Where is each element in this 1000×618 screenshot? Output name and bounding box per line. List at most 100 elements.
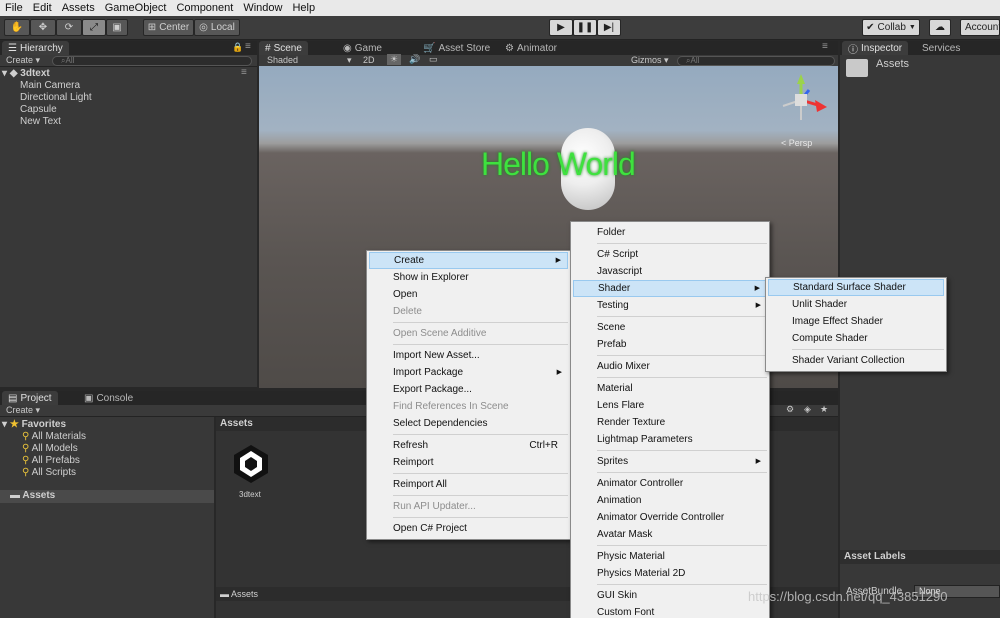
hello-world-3d-text[interactable]: Hello World	[481, 146, 636, 183]
tab-asset-store[interactable]: 🛒 Asset Store	[417, 41, 496, 55]
menu-item-unlit-shader[interactable]: Unlit Shader	[768, 296, 944, 313]
scene-root[interactable]: ▾ ◆ 3dtext	[2, 68, 50, 79]
shading-dropdown[interactable]: Shaded	[267, 55, 298, 65]
filter-label-icon[interactable]: ◈	[804, 404, 811, 415]
favorites-item[interactable]: ⚲ All Materials	[22, 431, 86, 442]
hierarchy-create-button[interactable]: Create ▾	[6, 55, 40, 66]
menu-item-folder[interactable]: Folder	[573, 224, 767, 241]
menu-item-shader[interactable]: Shader ▶	[573, 280, 767, 297]
menu-item-open-csharp-project[interactable]: Open C# Project	[369, 520, 568, 537]
menu-item-material[interactable]: Material	[573, 380, 767, 397]
menu-item-physic-material[interactable]: Physic Material	[573, 548, 767, 565]
menu-help[interactable]: Help	[287, 2, 320, 14]
favorites-item[interactable]: ⚲ All Models	[22, 443, 78, 454]
menu-item-refresh[interactable]: Refresh Ctrl+R	[369, 437, 568, 454]
projection-label[interactable]: < Persp	[781, 138, 812, 148]
menu-item-select-dependencies[interactable]: Select Dependencies	[369, 415, 568, 432]
rect-tool-button[interactable]: ▣	[106, 19, 128, 36]
menu-edit[interactable]: Edit	[28, 2, 57, 14]
mode-2d-button[interactable]: 2D	[363, 55, 375, 65]
account-button[interactable]: Account	[960, 19, 1000, 36]
pivot-local-button[interactable]: ◎ Local	[194, 19, 240, 36]
menu-item-audio-mixer[interactable]: Audio Mixer	[573, 358, 767, 375]
lock-icon[interactable]: 🔒	[232, 42, 243, 53]
menu-item-avatar-mask[interactable]: Avatar Mask	[573, 526, 767, 543]
hierarchy-item[interactable]: Directional Light	[20, 92, 92, 103]
menu-item-javascript[interactable]: Javascript	[573, 263, 767, 280]
tab-services[interactable]: Services	[916, 41, 966, 55]
menu-item-import-new-asset[interactable]: Import New Asset...	[369, 347, 568, 364]
orientation-gizmo[interactable]	[773, 72, 829, 128]
tab-console[interactable]: ▣ Console	[78, 391, 139, 405]
menu-item-image-effect-shader[interactable]: Image Effect Shader	[768, 313, 944, 330]
menu-item-csharp-script[interactable]: C# Script	[573, 246, 767, 263]
favorites-node[interactable]: ▾ ★ Favorites	[2, 419, 66, 430]
hierarchy-item[interactable]: New Text	[20, 116, 61, 127]
menu-item-prefab[interactable]: Prefab	[573, 336, 767, 353]
menu-assets[interactable]: Assets	[57, 2, 100, 14]
menu-item-animation[interactable]: Animation	[573, 492, 767, 509]
tab-game[interactable]: ◉ Game	[337, 41, 388, 55]
menu-item-label: Physic Material	[597, 551, 665, 562]
menu-item-sprites[interactable]: Sprites ▶	[573, 453, 767, 470]
menu-gameobject[interactable]: GameObject	[100, 2, 172, 14]
favorites-item[interactable]: ⚲ All Prefabs	[22, 455, 80, 466]
collab-button[interactable]: ✔ Collab ▼	[862, 19, 920, 36]
menu-item-create[interactable]: Create ▶	[369, 252, 568, 269]
effects-toggle-icon[interactable]: ▭	[429, 54, 438, 65]
filter-type-icon[interactable]: ⚙	[786, 404, 794, 415]
hierarchy-item[interactable]: Capsule	[20, 104, 57, 115]
hand-tool-button[interactable]: ✋	[4, 19, 30, 36]
hierarchy-search-input[interactable]: ⌕All	[52, 56, 252, 66]
pivot-center-button[interactable]: ⊞ Center	[143, 19, 194, 36]
menu-item-scene[interactable]: Scene	[573, 319, 767, 336]
menu-item-standard-surface-shader[interactable]: Standard Surface Shader	[768, 279, 944, 296]
hierarchy-item[interactable]: Main Camera	[20, 80, 80, 91]
rotate-tool-button[interactable]: ⟳	[56, 19, 82, 36]
asset-name[interactable]: 3dtext	[239, 490, 261, 499]
menu-item-animator-override-controller[interactable]: Animator Override Controller	[573, 509, 767, 526]
assets-root-node[interactable]: ▬ Assets	[0, 490, 214, 503]
menu-item-open[interactable]: Open	[369, 286, 568, 303]
menu-item-testing[interactable]: Testing ▶	[573, 297, 767, 314]
menu-item-export-package[interactable]: Export Package...	[369, 381, 568, 398]
tab-inspector[interactable]: ⓘ Inspector	[842, 41, 909, 56]
tab-hierarchy[interactable]: ☰ Hierarchy	[2, 41, 69, 55]
menu-item-shader-variant-collection[interactable]: Shader Variant Collection	[768, 352, 944, 369]
menu-item-show-in-explorer[interactable]: Show in Explorer	[369, 269, 568, 286]
menu-item-import-package[interactable]: Import Package ▶	[369, 364, 568, 381]
panel-menu-icon[interactable]: ≡	[822, 41, 828, 52]
tab-project[interactable]: ▤ Project	[2, 391, 58, 405]
lighting-toggle-icon[interactable]: ☀	[387, 54, 402, 65]
panel-menu-icon[interactable]: ≡	[245, 41, 251, 52]
menu-item-gui-skin[interactable]: GUI Skin	[573, 587, 767, 604]
menu-component[interactable]: Component	[171, 2, 238, 14]
scene-menu-icon[interactable]: ≡	[241, 67, 247, 78]
scale-tool-button[interactable]: ⤢	[82, 19, 106, 36]
menu-item-custom-font[interactable]: Custom Font	[573, 604, 767, 618]
menu-item-compute-shader[interactable]: Compute Shader	[768, 330, 944, 347]
project-create-button[interactable]: Create ▾	[6, 405, 40, 416]
menu-file[interactable]: File	[0, 2, 28, 14]
menu-item-reimport[interactable]: Reimport	[369, 454, 568, 471]
move-tool-button[interactable]: ✥	[30, 19, 56, 36]
gizmos-dropdown[interactable]: Gizmos ▾	[631, 55, 669, 66]
pause-button[interactable]: ❚❚	[573, 19, 597, 36]
menu-item-animator-controller[interactable]: Animator Controller	[573, 475, 767, 492]
favorites-item[interactable]: ⚲ All Scripts	[22, 467, 76, 478]
audio-toggle-icon[interactable]: 🔊	[409, 54, 420, 65]
step-button[interactable]: ▶|	[597, 19, 621, 36]
cloud-button[interactable]: ☁	[929, 19, 951, 36]
menu-item-reimport-all[interactable]: Reimport All	[369, 476, 568, 493]
menu-item-render-texture[interactable]: Render Texture	[573, 414, 767, 431]
menu-window[interactable]: Window	[238, 2, 287, 14]
menu-item-physics-material-2d[interactable]: Physics Material 2D	[573, 565, 767, 582]
favorite-star-icon[interactable]: ★	[820, 404, 828, 415]
scene-search-input[interactable]: ⌕All	[677, 56, 835, 66]
tab-scene[interactable]: # Scene	[259, 41, 308, 55]
menu-item-lightmap-parameters[interactable]: Lightmap Parameters	[573, 431, 767, 448]
unity-scene-asset-icon[interactable]	[228, 441, 274, 487]
menu-item-lens-flare[interactable]: Lens Flare	[573, 397, 767, 414]
tab-animator[interactable]: ⚙ Animator	[499, 41, 563, 55]
play-button[interactable]: ▶	[549, 19, 573, 36]
